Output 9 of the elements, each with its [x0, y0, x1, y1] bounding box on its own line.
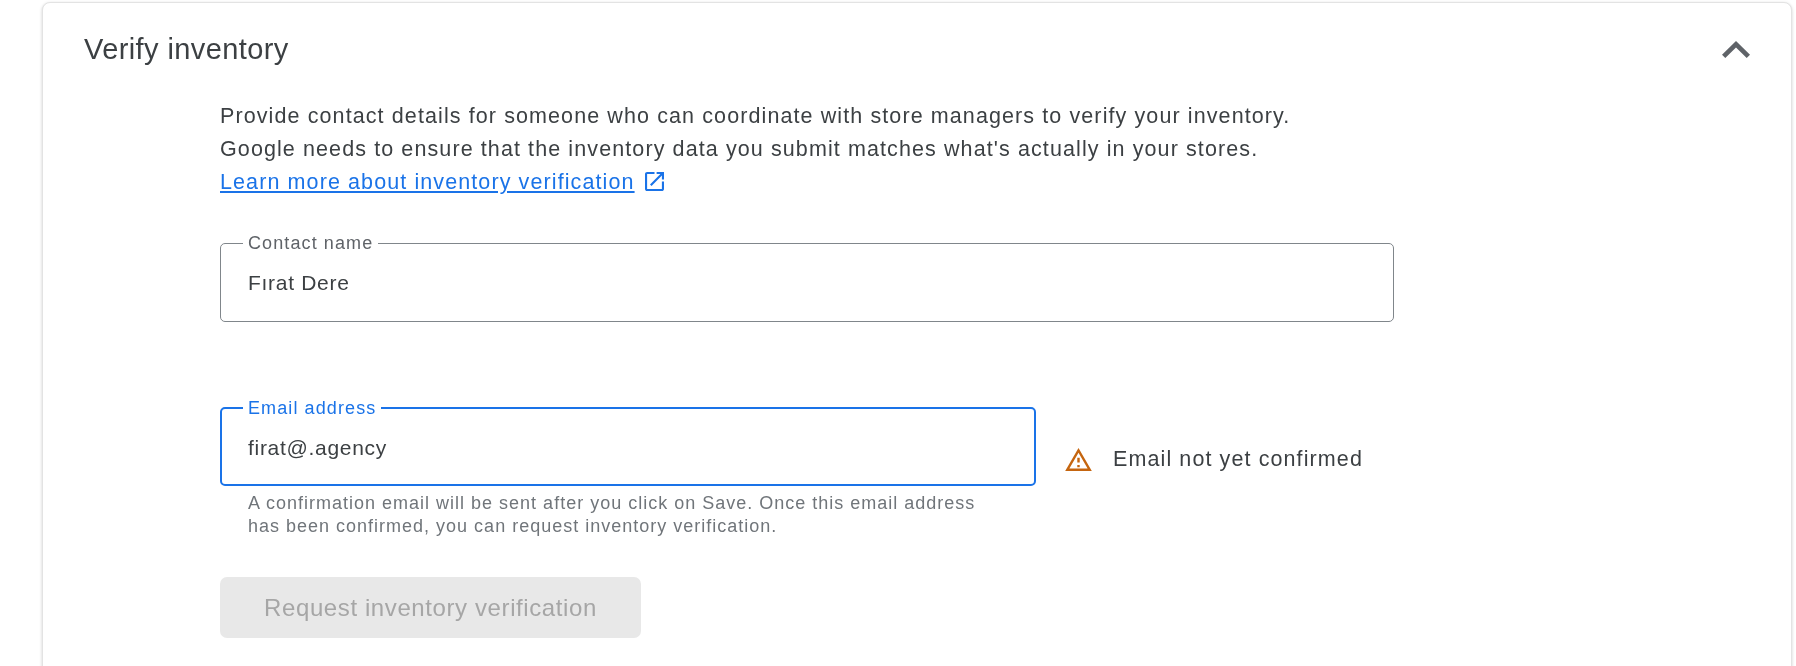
external-link-icon [644, 172, 664, 191]
chevron-up-icon [1722, 40, 1750, 58]
learn-more-link[interactable]: Learn more about inventory verification [220, 170, 664, 194]
section-title: Verify inventory [84, 32, 289, 66]
helper-text: A confirmation email will be sent after you click on Save. Once this email address has been confirmed, you can request inventory verification. [248, 492, 977, 538]
description-text: Provide contact details for someone who can coordinate with store managers to verify your inventory. Google needs to ensure that the inventory data you submit matches what's actually in your stores. Learn more about inventory verification [220, 103, 1292, 196]
warning-icon [1065, 447, 1092, 471]
status-message: Email not yet confirmed [1113, 446, 1363, 472]
collapse-button[interactable] [1722, 40, 1750, 58]
